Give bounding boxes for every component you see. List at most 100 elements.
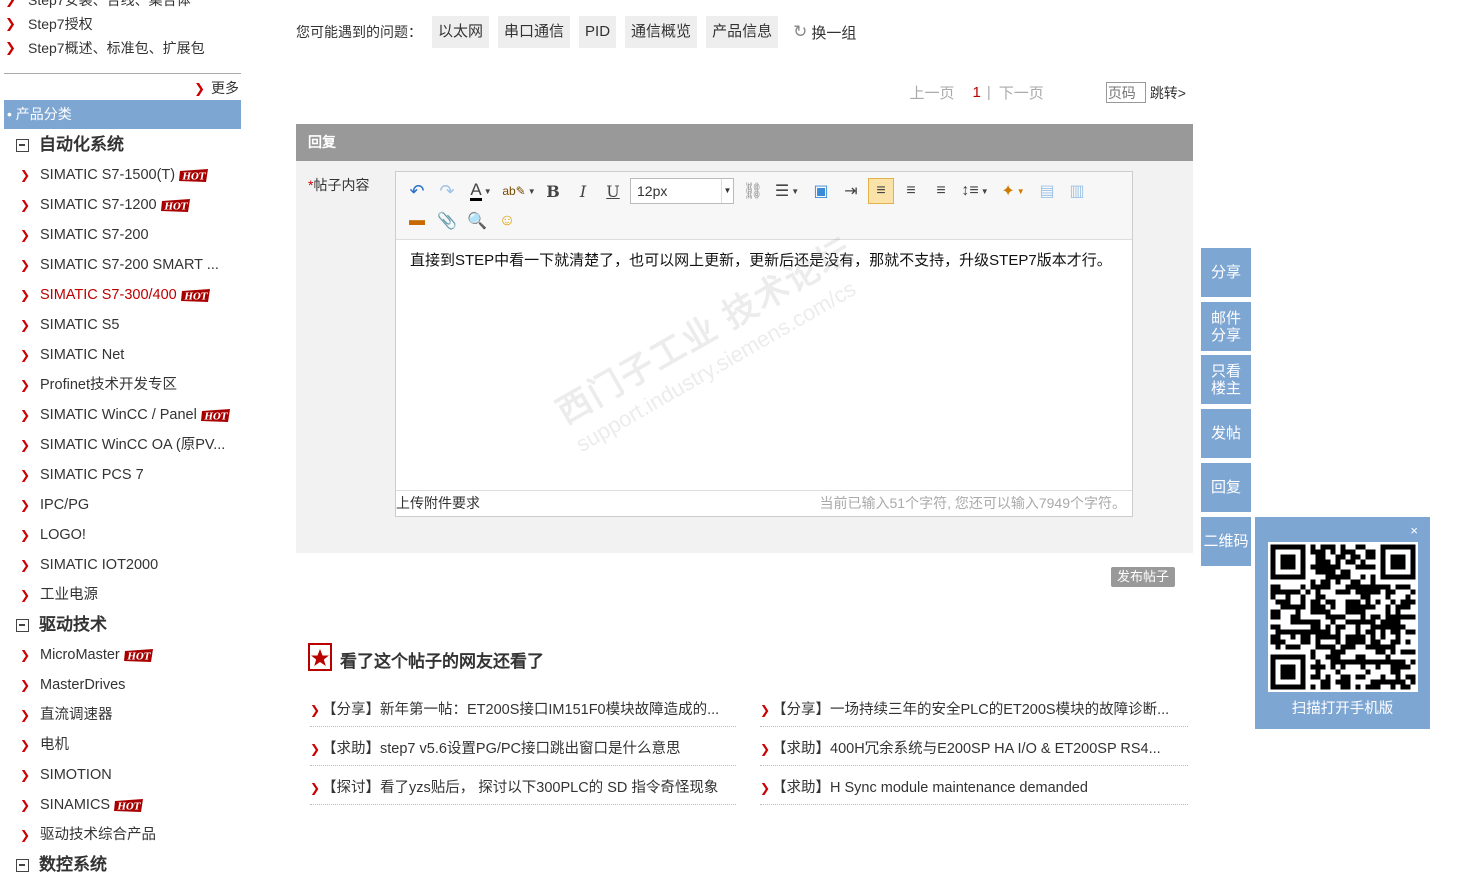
category-item[interactable]: ❯ MasterDrives — [0, 670, 238, 700]
chevron-right-icon: ❯ — [20, 768, 31, 782]
question-tag[interactable]: 串口通信 — [498, 16, 571, 48]
line-height-icon[interactable]: ↕≡ ▼ — [958, 178, 992, 204]
top-link[interactable]: ❯ Step7概述、标准包、扩展包 — [0, 36, 245, 60]
search-replace-icon[interactable]: 🔍 — [464, 208, 490, 234]
chevron-right-icon: ❯ — [20, 258, 31, 272]
question-tag[interactable]: 通信概览 — [625, 16, 698, 48]
related-post-link[interactable]: ❯ 【分享】新年第一帖：ET200S接口IM151F0模块故障造成的... — [310, 694, 736, 727]
top-link[interactable]: ❯ Step7授权 — [0, 12, 245, 36]
question-tag[interactable]: 产品信息 — [706, 16, 779, 48]
related-post-link[interactable]: ❯ 【求助】step7 v5.6设置PG/PC接口跳出窗口是什么意思 — [310, 733, 736, 766]
prev-page-link[interactable]: 上一页 — [910, 82, 955, 103]
chevron-right-icon: ❯ — [310, 742, 321, 756]
category-group-header[interactable]: 自动化系统 — [0, 130, 245, 160]
align-left-icon[interactable]: ≡ — [868, 178, 894, 204]
chevron-right-icon: ❯ — [310, 781, 321, 795]
italic-icon[interactable]: I — [570, 178, 596, 204]
category-item[interactable]: ❯ SIMATIC S7-1200 HOT — [0, 190, 238, 220]
chevron-right-icon: ❯ — [194, 81, 205, 96]
category-item[interactable]: ❯ SIMATIC S7-200 SMART ... — [0, 250, 238, 280]
category-item[interactable]: ❯ SIMATIC WinCC / Panel HOT — [0, 400, 238, 430]
category-bar: • 产品分类 — [4, 100, 241, 129]
related-post-link[interactable]: ❯ 【探讨】看了yzs贴后， 探讨以下300PLC的 SD 指令奇怪现象 — [310, 772, 736, 805]
chevron-right-icon: ❯ — [20, 738, 31, 752]
new-post-button[interactable]: 发帖 — [1201, 409, 1251, 458]
underline-icon[interactable]: U — [600, 178, 626, 204]
jump-button[interactable]: 跳转> — [1150, 83, 1186, 103]
redo-icon[interactable]: ↷ — [434, 178, 460, 204]
svg-text:HOT: HOT — [126, 652, 151, 662]
align-right-icon[interactable]: ≡ — [898, 178, 924, 204]
top-link[interactable]: ❯Step7安装、合线、集合体 — [0, 0, 245, 12]
category-group-header[interactable]: 驱动技术 — [0, 610, 245, 640]
insert-row-icon[interactable]: ▤ — [1034, 178, 1060, 204]
upload-requirements-link[interactable]: 上传附件要求 — [396, 491, 480, 515]
next-page-link[interactable]: 下一页 — [999, 82, 1044, 103]
category-group-header[interactable]: 数控系统 — [0, 850, 245, 880]
category-item[interactable]: ❯ 直流调速器 — [0, 700, 238, 730]
swap-group-button[interactable]: ↻ 换一组 — [793, 22, 856, 43]
chevron-down-icon: ▼ — [721, 179, 733, 203]
category-item[interactable]: ❯ SIMATIC WinCC OA (原PV... — [0, 430, 238, 460]
category-item[interactable]: ❯ SIMATIC PCS 7 — [0, 460, 238, 490]
submit-post-button[interactable]: 发布帖子 — [1111, 567, 1176, 587]
editor-content[interactable]: 直接到STEP中看一下就清楚了，也可以网上更新，更新后还是没有，那就不支持，升级… — [396, 241, 1132, 491]
qr-code-image — [1268, 542, 1418, 692]
category-item[interactable]: ❯ MicroMaster HOT — [0, 640, 238, 670]
picture-icon[interactable]: ▬ — [404, 208, 430, 234]
highlight-icon[interactable]: ab✎ ▼ — [502, 178, 536, 204]
chevron-right-icon: ❯ — [20, 528, 31, 542]
insert-image-icon[interactable]: ▣ — [808, 178, 834, 204]
page-number-input[interactable] — [1105, 82, 1146, 103]
font-color-icon[interactable]: A ▼ — [464, 178, 498, 204]
insert-column-icon[interactable]: ▥ — [1064, 178, 1090, 204]
email-share-button[interactable]: 邮件分享 — [1201, 302, 1251, 351]
undo-icon[interactable]: ↶ — [404, 178, 430, 204]
category-item[interactable]: ❯ LOGO! — [0, 520, 238, 550]
category-item[interactable]: ❯ Profinet技术开发专区 — [0, 370, 238, 400]
category-item[interactable]: ❯ SIMATIC S5 — [0, 310, 238, 340]
category-item[interactable]: ❯ 工业电源 — [0, 580, 238, 610]
qr-code-button[interactable]: 二维码 — [1201, 517, 1251, 566]
reply-button[interactable]: 回复 — [1201, 463, 1251, 512]
chevron-right-icon: ❯ — [5, 40, 16, 55]
indent-icon[interactable]: ⇥ — [838, 178, 864, 204]
align-justify-icon[interactable]: ≡ — [928, 178, 954, 204]
bullet-list-icon[interactable]: ☰ ▼ — [770, 178, 804, 204]
category-item[interactable]: ❯ SIMOTION — [0, 760, 238, 790]
question-tag[interactable]: 以太网 — [432, 16, 490, 48]
bold-icon[interactable]: B — [540, 178, 566, 204]
category-item[interactable]: ❯ SIMATIC Net — [0, 340, 238, 370]
share-button[interactable]: 分享 — [1201, 248, 1251, 297]
close-icon[interactable]: × — [1410, 523, 1418, 538]
question-tag[interactable]: PID — [579, 16, 617, 48]
related-post-link[interactable]: ❯ 【分享】一场持续三年的安全PLC的ET200S模块的故障诊断... — [760, 694, 1188, 727]
category-item[interactable]: ❯ SINAMICS HOT — [0, 790, 238, 820]
only-op-button[interactable]: 只看楼主 — [1201, 355, 1251, 404]
svg-text:HOT: HOT — [117, 802, 142, 812]
chevron-right-icon: ❯ — [5, 16, 16, 31]
category-item[interactable]: ❯ SIMATIC S7-200 — [0, 220, 238, 250]
attachment-icon[interactable]: 📎 — [434, 208, 460, 234]
font-size-select[interactable]: 12px ▼ — [630, 178, 734, 204]
chevron-right-icon: ❯ — [20, 168, 31, 182]
category-item[interactable]: ❯ SIMATIC IOT2000 — [0, 550, 238, 580]
link-icon[interactable]: ⛓ — [740, 178, 766, 204]
category-item[interactable]: ❯ 驱动技术综合产品 — [0, 820, 238, 850]
emoticon-icon[interactable]: ☺ — [494, 208, 520, 234]
category-item[interactable]: ❯ IPC/PG — [0, 490, 238, 520]
top-links: ❯Step7安装、合线、集合体 ❯Step7授权 ❯Step7概述、标准包、扩展… — [0, 0, 245, 60]
chevron-right-icon: ❯ — [760, 703, 771, 717]
category-item[interactable]: ❯ SIMATIC S7-1500(T) HOT — [0, 160, 238, 190]
more-link[interactable]: ❯ 更多 — [194, 78, 239, 98]
category-item[interactable]: ❯ 电机 — [0, 730, 238, 760]
chevron-right-icon: ❯ — [20, 438, 31, 452]
collapse-icon — [16, 619, 29, 632]
chevron-right-icon: ❯ — [20, 378, 31, 392]
related-post-link[interactable]: ❯ 【求助】H Sync module maintenance demanded — [760, 772, 1188, 805]
related-post-link[interactable]: ❯ 【求助】400H冗余系统与E200SP HA I/O & ET200SP RS… — [760, 733, 1188, 766]
category-item[interactable]: ❯ SIMATIC S7-300/400 HOT — [0, 280, 238, 310]
divider — [4, 73, 241, 74]
format-brush-icon[interactable]: ✦ ▼ — [996, 178, 1030, 204]
svg-text:HOT: HOT — [203, 412, 228, 422]
